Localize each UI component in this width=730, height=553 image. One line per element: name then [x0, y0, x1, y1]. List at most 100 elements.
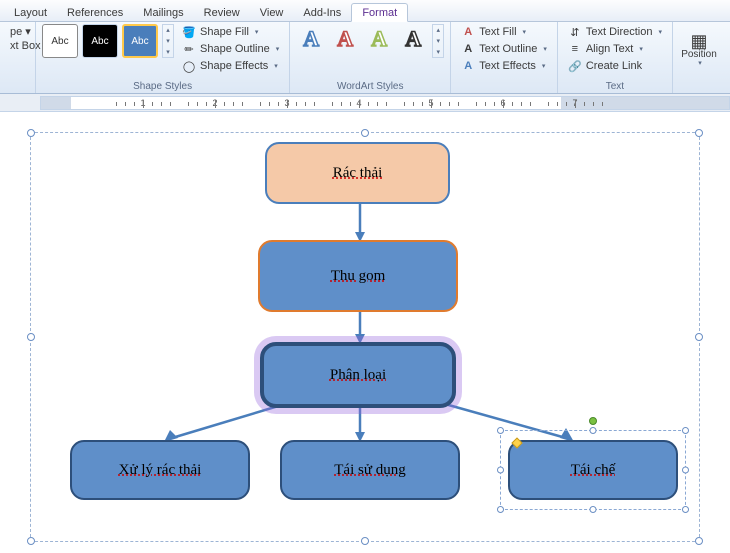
align-text-label: Align Text: [586, 43, 634, 55]
connector-arrow-4[interactable]: [355, 408, 365, 442]
shape-effects-button[interactable]: ◯ Shape Effects ▾: [178, 58, 283, 74]
text-outline-icon: A: [461, 42, 475, 56]
shape-effects-label: Shape Effects: [200, 60, 268, 72]
flowchart-node-2[interactable]: Thu gom: [258, 240, 458, 312]
shape-selection-box: [500, 430, 686, 510]
shape-outline-button[interactable]: ✏ Shape Outline ▾: [178, 41, 283, 57]
position-button[interactable]: ▦Position▾: [679, 24, 719, 78]
shape-handle-nw[interactable]: [497, 427, 504, 434]
text-effects-label: Text Effects: [479, 60, 536, 72]
bucket-icon: 🪣: [182, 25, 196, 39]
shape-outline-label: Shape Outline: [200, 43, 270, 55]
document-canvas[interactable]: Rác thải Thu gom Phân loại Xử lý rác thả…: [0, 112, 730, 553]
arrange-spacer: [679, 91, 730, 93]
node-5-text: Tái sử dụng: [334, 462, 405, 479]
tab-mailings[interactable]: Mailings: [133, 4, 193, 21]
resize-handle-e[interactable]: [695, 333, 703, 341]
wordart-preset-2[interactable]: A: [330, 24, 360, 54]
wordart-title: WordArt Styles: [296, 80, 444, 93]
align-text-icon: ≡: [568, 42, 582, 56]
wrap-text-button[interactable]: ▤Wrap Text▾: [723, 24, 730, 78]
tab-format[interactable]: Format: [351, 3, 408, 22]
shape-handle-e[interactable]: [682, 467, 689, 474]
shape-fill-button[interactable]: 🪣Shape Fill▾: [178, 24, 283, 40]
horizontal-ruler[interactable]: 1234567: [40, 96, 730, 110]
shape-handle-sw[interactable]: [497, 506, 504, 513]
chevron-down-icon: ▾: [543, 45, 547, 53]
flowchart-node-4[interactable]: Xử lý rác thải: [70, 440, 250, 500]
tab-layout[interactable]: Layout: [4, 4, 57, 21]
node-3-text: Phân loại: [330, 367, 386, 384]
resize-handle-s[interactable]: [361, 537, 369, 545]
chevron-down-icon: ▾: [639, 45, 643, 53]
shape-handle-w[interactable]: [497, 467, 504, 474]
resize-handle-n[interactable]: [361, 129, 369, 137]
resize-handle-ne[interactable]: [695, 129, 703, 137]
position-icon: ▦: [692, 35, 706, 49]
tab-review[interactable]: Review: [194, 4, 250, 21]
effects-icon: ◯: [182, 59, 196, 73]
shape-style-preset-3[interactable]: Abc: [122, 24, 158, 58]
text-fill-icon: A: [461, 25, 475, 39]
wordart-gallery-more[interactable]: ▴▾▾: [432, 24, 444, 58]
connector-arrow-1[interactable]: [355, 204, 365, 242]
group-partial-title: [6, 91, 29, 93]
chevron-down-icon: ▾: [698, 60, 702, 68]
text-effects-group-spacer: [457, 91, 551, 93]
create-link-button[interactable]: 🔗 Create Link: [564, 58, 666, 74]
ribbon-body: pe ▾ xt Box Abc Abc Abc ▴▾▾ 🪣 Shape Fill ▾…: [0, 22, 730, 94]
resize-handle-se[interactable]: [695, 537, 703, 545]
resize-handle-nw[interactable]: [27, 129, 35, 137]
text-effects-icon: A: [461, 59, 475, 73]
ribbon-tabs: Layout References Mailings Review View A…: [0, 0, 730, 22]
pen-icon: ✏: [182, 42, 196, 56]
rotate-handle[interactable]: [589, 417, 597, 425]
group-arrange: ▦Position▾ ▤Wrap Text▾: [673, 22, 730, 93]
text-effects-button[interactable]: AText Effects▾: [457, 58, 551, 74]
tab-addins[interactable]: Add-Ins: [293, 4, 351, 21]
flowchart-node-3[interactable]: Phân loại: [260, 342, 456, 408]
wordart-preset-3[interactable]: A: [364, 24, 394, 54]
flowchart-node-5[interactable]: Tái sử dụng: [280, 440, 460, 500]
shape-styles-gallery-more[interactable]: ▴▾▾: [162, 24, 174, 58]
group-text: ⇵ Text Direction ▾ ≡ Align Text ▾ 🔗 Create Li…: [558, 22, 673, 93]
chevron-down-icon: ▾: [274, 62, 278, 70]
link-icon: 🔗: [568, 59, 582, 73]
text-fill-button[interactable]: A Text Fill ▾: [457, 24, 551, 40]
chevron-down-icon: ▾: [658, 28, 662, 36]
chevron-down-icon: ▾: [276, 45, 280, 53]
text-fill-label: Text Fill: [479, 26, 516, 38]
align-text-button[interactable]: ≡ Align Text ▾: [564, 41, 666, 57]
shape-styles-title: Shape Styles: [42, 80, 283, 93]
shape-handle-n[interactable]: [590, 427, 597, 434]
text-outline-button[interactable]: AText Outline▾: [457, 41, 551, 57]
create-link-label: Create Link: [586, 60, 642, 72]
chevron-down-icon: ▾: [523, 28, 527, 36]
resize-handle-sw[interactable]: [27, 537, 35, 545]
shape-fill-label: Shape Fill: [200, 26, 249, 38]
wordart-preset-4[interactable]: A: [398, 24, 428, 54]
node-4-text: Xử lý rác thải: [119, 462, 202, 479]
shape-style-preset-1[interactable]: Abc: [42, 24, 78, 58]
flowchart-node-1[interactable]: Rác thải: [265, 142, 450, 204]
shape-style-preset-2[interactable]: Abc: [82, 24, 118, 58]
node-2-text: Thu gom: [331, 268, 386, 285]
wordart-preset-1[interactable]: A: [296, 24, 326, 54]
tab-references[interactable]: References: [57, 4, 133, 21]
position-label: Position: [681, 49, 717, 60]
group-text-effects: A Text Fill ▾ AText Outline▾ A Text Effects…: [451, 22, 558, 93]
tab-view[interactable]: View: [250, 4, 294, 21]
shape-type-button[interactable]: pe ▾: [6, 24, 35, 39]
resize-handle-w[interactable]: [27, 333, 35, 341]
shape-handle-se[interactable]: [682, 506, 689, 513]
group-partial-left: pe ▾ xt Box: [0, 22, 36, 93]
text-group-title: Text: [564, 80, 666, 93]
connector-arrow-2[interactable]: [355, 312, 365, 344]
shape-handle-s[interactable]: [590, 506, 597, 513]
text-direction-label: Text Direction: [586, 26, 653, 38]
text-direction-button[interactable]: ⇵ Text Direction ▾: [564, 24, 666, 40]
shape-handle-ne[interactable]: [682, 427, 689, 434]
text-direction-icon: ⇵: [568, 25, 582, 39]
ruler-area: 1234567: [0, 94, 730, 112]
adjust-handle[interactable]: [511, 437, 522, 448]
